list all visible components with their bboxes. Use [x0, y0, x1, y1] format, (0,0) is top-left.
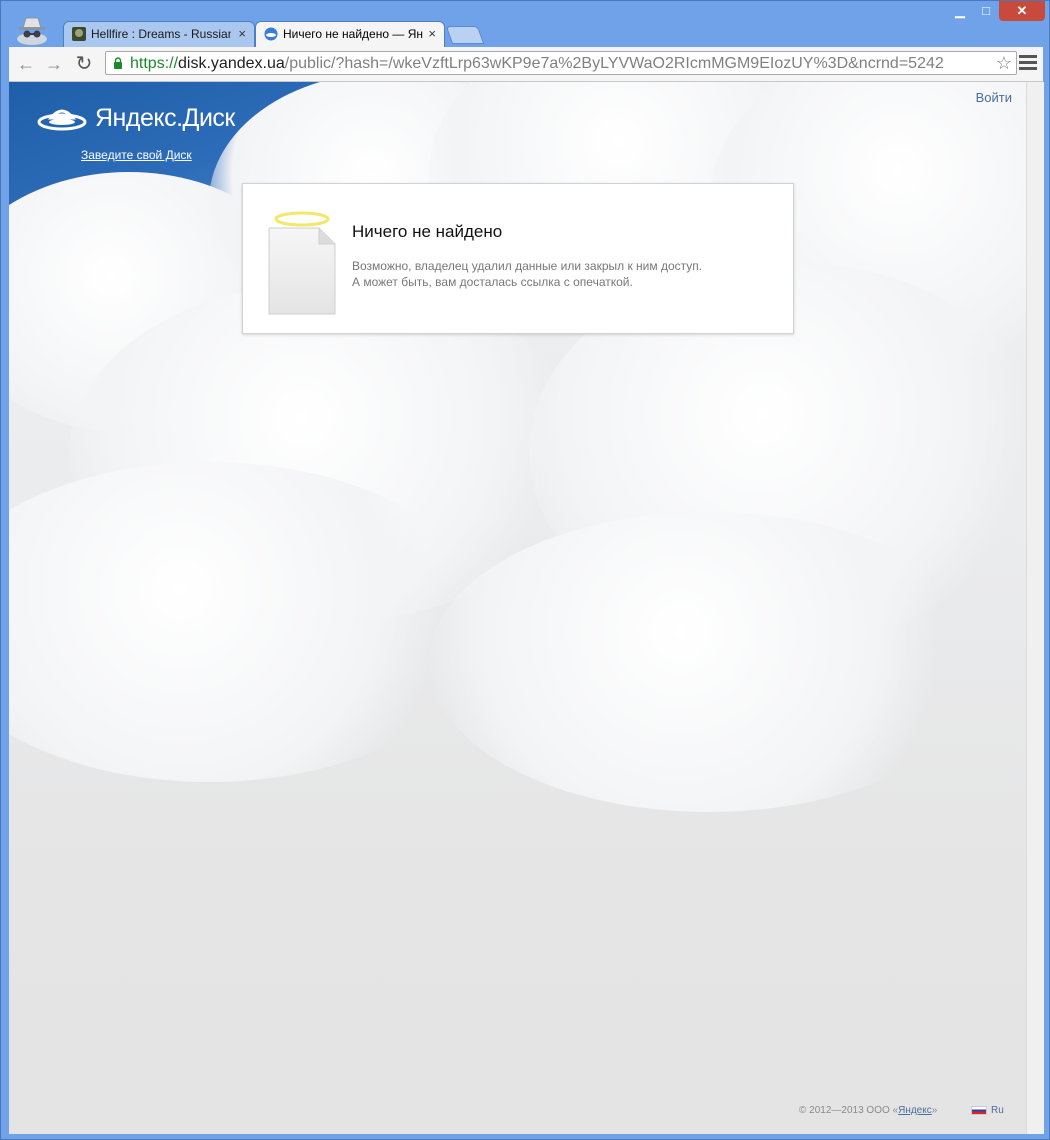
tab-close-icon[interactable]: × — [238, 22, 246, 46]
forward-button[interactable]: → — [43, 53, 65, 75]
back-button[interactable]: ← — [15, 53, 37, 75]
url-host: disk.yandex.ua — [178, 55, 285, 72]
language-label: Ru — [991, 1105, 1004, 1116]
tab-close-icon[interactable]: × — [428, 22, 436, 46]
url-text: https://disk.yandex.ua/public/?hash=/wke… — [130, 54, 944, 74]
ufo-icon — [37, 109, 87, 131]
tab-title: Ничего не найдено — Яндекс.Диск — [283, 27, 423, 41]
new-tab-button[interactable] — [445, 26, 485, 44]
maximize-button[interactable]: □ — [973, 1, 999, 21]
russian-flag-icon — [971, 1105, 987, 1115]
not-found-description: Возможно, владелец удалил данные или зак… — [352, 258, 702, 290]
reload-button[interactable]: ↻ — [73, 53, 95, 75]
tab-hellfire[interactable]: Hellfire : Dreams - Russian × — [63, 21, 255, 47]
url-scheme: https:// — [130, 55, 179, 72]
not-found-title: Ничего не найдено — [352, 222, 503, 241]
copyright-suffix: » — [931, 1105, 938, 1116]
browser-window: Hellfire : Dreams - Russian × Ничего не … — [0, 0, 1050, 1140]
language-switcher[interactable]: Ru — [971, 1105, 1004, 1116]
page-viewport: Яндекс.Диск Заведите свой Диск Войти Нич… — [9, 82, 1026, 1134]
address-bar[interactable]: https://disk.yandex.ua/public/?hash=/wke… — [105, 51, 1017, 75]
close-window-button[interactable]: ✕ — [999, 1, 1045, 21]
browser-toolbar: ← → ↻ https://disk.yandex.ua/public/?has… — [9, 47, 1043, 82]
description-line: Возможно, владелец удалил данные или зак… — [352, 259, 703, 273]
footer-copyright: © 2012—2013 ООО «Яндекс» — [799, 1105, 937, 1116]
logo-text: Яндекс.Диск — [95, 104, 235, 132]
minimize-button[interactable]: ▁ — [947, 1, 973, 21]
yandex-link[interactable]: Яндекс — [898, 1105, 932, 1116]
vertical-scrollbar[interactable] — [1026, 82, 1044, 1134]
site-favicon-icon — [72, 27, 86, 41]
chrome-menu-icon[interactable] — [1019, 55, 1037, 73]
copyright-prefix: © 2012—2013 ООО « — [799, 1105, 899, 1116]
lock-icon — [114, 57, 122, 69]
title-bar: Hellfire : Dreams - Russian × Ничего не … — [1, 1, 1049, 47]
yandex-disk-favicon-icon — [264, 27, 278, 41]
login-link[interactable]: Войти — [976, 90, 1012, 105]
tab-yandex-disk[interactable]: Ничего не найдено — Яндекс.Диск × — [255, 21, 445, 47]
create-disk-link[interactable]: Заведите свой Диск — [81, 148, 192, 162]
url-path: /public/?hash=/wkeVzftLrp63wKP9e7a%2ByLY… — [284, 55, 944, 72]
tab-title: Hellfire : Dreams - Russian — [91, 27, 231, 41]
not-found-card: Ничего не найдено Возможно, владелец уда… — [242, 183, 794, 334]
yandex-disk-logo[interactable]: Яндекс.Диск — [37, 102, 237, 138]
cloud-decoration — [429, 512, 989, 812]
deleted-document-icon — [268, 211, 336, 315]
incognito-icon — [17, 17, 47, 45]
description-line: А может быть, вам досталась ссылка с опе… — [352, 275, 633, 289]
bookmark-star-icon[interactable]: ☆ — [996, 52, 1012, 74]
